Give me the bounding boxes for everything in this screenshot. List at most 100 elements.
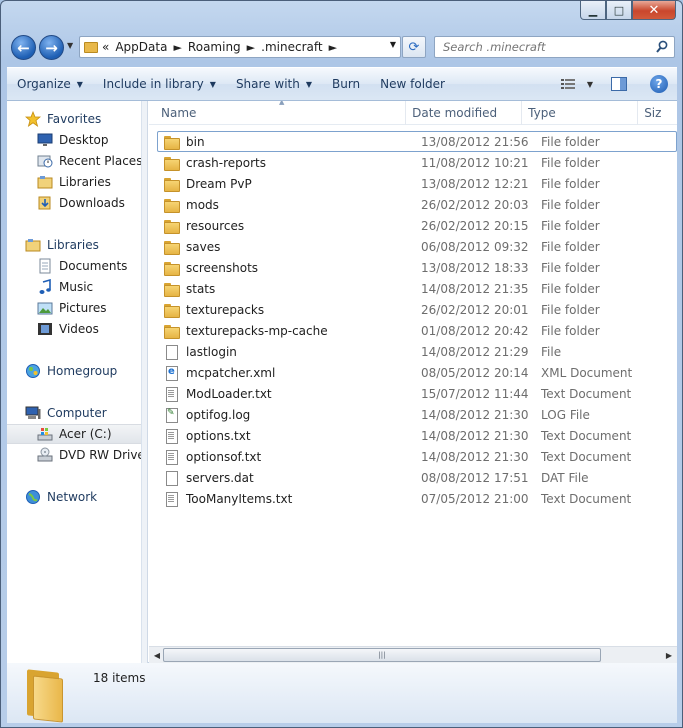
burn-label: Burn: [332, 77, 361, 91]
column-header-size[interactable]: Siz: [638, 101, 677, 125]
nav-item-network[interactable]: Network: [7, 487, 141, 507]
new-folder-button[interactable]: New folder: [370, 68, 455, 100]
change-view-button[interactable]: [553, 68, 583, 100]
search-icon[interactable]: [656, 40, 668, 54]
recent-places-icon: [37, 153, 53, 169]
nav-item-downloads[interactable]: Downloads: [7, 193, 141, 213]
navigation-pane-splitter[interactable]: [142, 101, 148, 663]
date-modified: 14/08/2012 21:35: [421, 281, 529, 296]
file-row[interactable]: Dream PvP 13/08/2012 12:21 File folder: [149, 173, 677, 194]
file-row[interactable]: optionsof.txt 14/08/2012 21:30 Text Docume…: [149, 446, 677, 467]
close-button[interactable]: ✕: [632, 1, 676, 20]
nav-item-videos[interactable]: Videos: [7, 319, 141, 339]
title-bar[interactable]: ▁ □ ✕: [1, 1, 682, 27]
file-row[interactable]: resources 26/02/2012 20:15 File folder: [149, 215, 677, 236]
file-name: stats: [186, 281, 216, 296]
file-row[interactable]: mcpatcher.xml 08/05/2012 20:14 XML Documen…: [149, 362, 677, 383]
explorer-window: ▁ □ ✕ ← → ▼ « AppData ► Roaming ► .minec…: [0, 0, 683, 728]
nav-item-dvd-rw-drive[interactable]: DVD RW Drive (: [7, 445, 141, 465]
column-header-name[interactable]: ▲ Name: [149, 101, 407, 125]
file-name: screenshots: [186, 260, 259, 275]
date-modified: 08/05/2012 20:14: [421, 365, 529, 380]
file-row[interactable]: bin 13/08/2012 21:56 File folder: [157, 131, 677, 152]
minimize-button[interactable]: ▁: [580, 1, 606, 20]
breadcrumb-separator-icon[interactable]: ►: [329, 41, 337, 54]
breadcrumb-separator-icon[interactable]: ►: [247, 41, 255, 54]
nav-item-homegroup[interactable]: Homegroup: [7, 361, 141, 381]
view-options-dropdown[interactable]: ▼: [583, 68, 597, 100]
include-in-library-menu[interactable]: Include in library ▼: [93, 68, 226, 100]
nav-item-acer-c[interactable]: Acer (C:): [7, 424, 141, 444]
date-modified: 14/08/2012 21:30: [421, 407, 529, 422]
organize-menu[interactable]: Organize ▼: [7, 68, 93, 100]
breadcrumb-roaming[interactable]: Roaming: [188, 40, 241, 54]
address-bar[interactable]: « AppData ► Roaming ► .minecraft ► ▼: [79, 36, 401, 58]
file-type: XML Document: [541, 365, 633, 380]
file-row[interactable]: lastlogin 14/08/2012 21:29 File: [149, 341, 677, 362]
file-row[interactable]: saves 06/08/2012 09:32 File folder: [149, 236, 677, 257]
column-header-date[interactable]: Date modified: [406, 101, 523, 125]
nav-item-label: Network: [47, 490, 98, 504]
date-modified: 14/08/2012 21:29: [421, 344, 529, 359]
file-row[interactable]: options.txt 14/08/2012 21:30 Text Document: [149, 425, 677, 446]
address-dropdown-icon[interactable]: ▼: [390, 40, 396, 49]
folder-icon: [163, 176, 180, 192]
file-name-cell: texturepacks: [163, 302, 264, 318]
file-row[interactable]: texturepacks-mp-cache 01/08/2012 20:42 Fil…: [149, 320, 677, 341]
preview-pane-button[interactable]: [597, 68, 641, 100]
text-document-icon: [163, 449, 179, 465]
file-row[interactable]: servers.dat 08/08/2012 17:51 DAT File: [149, 467, 677, 488]
file-name: texturepacks: [186, 302, 265, 317]
search-input[interactable]: [441, 39, 646, 55]
file-name: ModLoader.txt: [186, 386, 272, 401]
date-modified: 15/07/2012 11:44: [421, 386, 529, 401]
scrollbar-thumb[interactable]: |||: [163, 648, 601, 662]
address-overflow[interactable]: «: [102, 40, 109, 54]
xml-document-icon: [163, 365, 179, 381]
file-name-cell: bin: [163, 134, 205, 150]
navigation-pane: Favorites Desktop Recent Places Libraries Do…: [7, 101, 142, 663]
maximize-button[interactable]: □: [606, 1, 632, 20]
breadcrumb-appdata[interactable]: AppData: [115, 40, 167, 54]
new-folder-label: New folder: [380, 77, 445, 91]
nav-item-libraries[interactable]: Libraries: [7, 172, 141, 192]
nav-item-music[interactable]: Music: [7, 277, 141, 297]
file-name-cell: resources: [163, 218, 244, 234]
help-button[interactable]: ?: [641, 68, 677, 100]
nav-item-label: Acer (C:): [59, 427, 112, 441]
breadcrumb-separator-icon[interactable]: ►: [173, 41, 181, 54]
file-row[interactable]: stats 14/08/2012 21:35 File folder: [149, 278, 677, 299]
nav-item-label: Desktop: [59, 133, 109, 147]
scroll-right-button[interactable]: ▶: [662, 648, 676, 662]
nav-item-documents[interactable]: Documents: [7, 256, 141, 276]
recent-pages-dropdown[interactable]: ▼: [67, 41, 73, 50]
nav-item-favorites[interactable]: Favorites: [7, 109, 141, 129]
file-row[interactable]: screenshots 13/08/2012 18:33 File folder: [149, 257, 677, 278]
file-row[interactable]: texturepacks 26/02/2012 20:01 File folder: [149, 299, 677, 320]
folder-icon: [163, 218, 180, 234]
forward-button[interactable]: →: [39, 35, 64, 60]
file-name: Dream PvP: [186, 176, 252, 191]
nav-item-pictures[interactable]: Pictures: [7, 298, 141, 318]
nav-item-recent-places[interactable]: Recent Places: [7, 151, 141, 171]
help-icon: ?: [650, 75, 668, 93]
nav-item-libraries[interactable]: Libraries: [7, 235, 141, 255]
file-name-cell: Dream PvP: [163, 176, 252, 192]
share-with-menu[interactable]: Share with ▼: [226, 68, 322, 100]
nav-item-desktop[interactable]: Desktop: [7, 130, 141, 150]
burn-button[interactable]: Burn: [322, 68, 370, 100]
file-row[interactable]: TooManyItems.txt 07/05/2012 21:00 Text Doc…: [149, 488, 677, 509]
file-row[interactable]: ModLoader.txt 15/07/2012 11:44 Text Docume…: [149, 383, 677, 404]
back-arrow-icon: ←: [17, 38, 30, 57]
file-row[interactable]: optifog.log 14/08/2012 21:30 LOG File: [149, 404, 677, 425]
breadcrumb-minecraft[interactable]: .minecraft: [261, 40, 322, 54]
file-name-cell: mods: [163, 197, 219, 213]
file-row[interactable]: mods 26/02/2012 20:03 File folder: [149, 194, 677, 215]
column-header-type[interactable]: Type: [522, 101, 639, 125]
back-button[interactable]: ←: [11, 35, 36, 60]
nav-item-computer[interactable]: Computer: [7, 403, 141, 423]
refresh-button[interactable]: ⟳: [402, 36, 426, 58]
file-row[interactable]: crash-reports 11/08/2012 10:21 File folder: [149, 152, 677, 173]
horizontal-scrollbar[interactable]: ◀ ||| ▶: [149, 646, 677, 663]
scroll-left-button[interactable]: ◀: [150, 648, 164, 662]
